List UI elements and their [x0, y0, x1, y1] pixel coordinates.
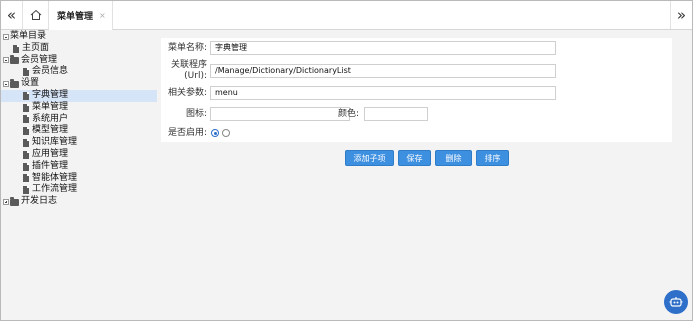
tree-item-label: 设置 — [21, 78, 40, 89]
page-icon — [23, 162, 29, 171]
tree-item-workflow-management[interactable]: 工作流管理 — [1, 184, 157, 196]
url-input[interactable]: /Manage/Dictionary/DictionaryList — [210, 64, 556, 78]
page-icon — [23, 174, 29, 183]
tree-item-model-management[interactable]: 模型管理 — [1, 125, 157, 137]
page-icon — [23, 127, 29, 136]
page-icon — [23, 91, 29, 100]
collapse-icon[interactable] — [3, 81, 9, 88]
robot-icon — [669, 297, 683, 307]
tree-item-label: 主页面 — [22, 42, 50, 53]
folder-icon — [10, 78, 19, 88]
tree-item-label: 会员管理 — [21, 54, 58, 65]
param-input[interactable]: menu — [210, 86, 556, 100]
tree-item-label: 应用管理 — [32, 148, 69, 159]
tree-item-label: 系统用户 — [32, 113, 69, 124]
color-input[interactable] — [364, 107, 428, 121]
delete-button[interactable]: 删除 — [435, 150, 472, 166]
folder-icon — [10, 196, 19, 206]
menu-tree: 菜单目录 主页面 会员管理 会员信息 设置 字典管理 菜单管理 系统用户 模型管… — [1, 31, 157, 208]
tree-item-label: 会员信息 — [32, 66, 69, 77]
expand-icon[interactable] — [3, 199, 9, 206]
tree-item-label: 智能体管理 — [32, 172, 78, 183]
tree-item-dev-log[interactable]: 开发日志 — [1, 196, 157, 208]
tree-item-dictionary-management[interactable]: 字典管理 — [1, 89, 157, 102]
tree-root-label: 菜单目录 — [10, 31, 47, 41]
page-icon — [23, 139, 29, 148]
tree-item-agent-management[interactable]: 智能体管理 — [1, 173, 157, 185]
assistant-widget-button[interactable] — [664, 290, 688, 314]
color-label: 颜色: — [337, 109, 359, 119]
tree-item-system-users[interactable]: 系统用户 — [1, 114, 157, 126]
page-icon — [23, 186, 29, 195]
tree-item-label: 插件管理 — [32, 160, 69, 171]
page-icon — [13, 44, 19, 53]
tree-item-label: 模型管理 — [32, 125, 69, 136]
tree-item-home[interactable]: 主页面 — [1, 43, 157, 55]
tree-item-settings[interactable]: 设置 — [1, 78, 157, 90]
save-button[interactable]: 保存 — [398, 150, 431, 166]
param-label: 相关参数: — [167, 88, 207, 98]
menu-edit-form: 菜单名称: 字典管理 关联程序 (Url): /Manage/Dictionar… — [161, 38, 672, 142]
home-icon — [30, 9, 41, 20]
tree-item-plugin-management[interactable]: 插件管理 — [1, 161, 157, 173]
tree-item-app-management[interactable]: 应用管理 — [1, 149, 157, 161]
page-icon — [23, 103, 29, 112]
app-window: « 菜单管理 × » 菜单目录 主页面 会员管理 会员信息 设置 字典管理 菜单… — [0, 0, 693, 321]
tree-item-label: 字典管理 — [32, 89, 69, 100]
page-icon — [23, 68, 29, 77]
page-icon — [23, 150, 29, 159]
icon-label: 图标: — [185, 109, 207, 119]
collapse-icon[interactable] — [3, 33, 9, 40]
tab-bar: « 菜单管理 × » — [1, 1, 692, 30]
tree-item-label: 知识库管理 — [32, 137, 78, 148]
tree-item-member-info[interactable]: 会员信息 — [1, 66, 157, 78]
tree-item-label: 菜单管理 — [32, 101, 69, 112]
add-child-button[interactable]: 添加子项 — [345, 150, 394, 166]
scroll-tabs-right-button[interactable]: » — [670, 1, 692, 29]
sort-button[interactable]: 排序 — [476, 150, 509, 166]
enabled-radio-no[interactable] — [222, 129, 230, 137]
tree-item-knowledge-base[interactable]: 知识库管理 — [1, 137, 157, 149]
tab-label: 菜单管理 — [57, 12, 94, 22]
url-label-line2: (Url): — [184, 71, 207, 81]
name-label: 菜单名称: — [167, 43, 207, 53]
enabled-label: 是否启用: — [167, 128, 207, 138]
url-label-line1: 关联程序 — [170, 60, 207, 70]
tree-item-label: 开发日志 — [21, 196, 58, 207]
page-icon — [23, 115, 29, 124]
tree-item-label: 工作流管理 — [32, 184, 78, 195]
menu-name-input[interactable]: 字典管理 — [210, 41, 556, 55]
enabled-radio-yes[interactable] — [211, 129, 219, 137]
close-icon[interactable]: × — [99, 11, 106, 20]
tree-item-member-management[interactable]: 会员管理 — [1, 55, 157, 67]
tree-item-menu-management[interactable]: 菜单管理 — [1, 102, 157, 114]
folder-icon — [10, 54, 19, 64]
tree-root[interactable]: 菜单目录 — [1, 31, 157, 43]
home-tab[interactable] — [23, 1, 49, 29]
tab-menu-management[interactable]: 菜单管理 × — [49, 1, 113, 30]
scroll-tabs-left-button[interactable]: « — [1, 1, 23, 29]
collapse-icon[interactable] — [3, 57, 9, 64]
